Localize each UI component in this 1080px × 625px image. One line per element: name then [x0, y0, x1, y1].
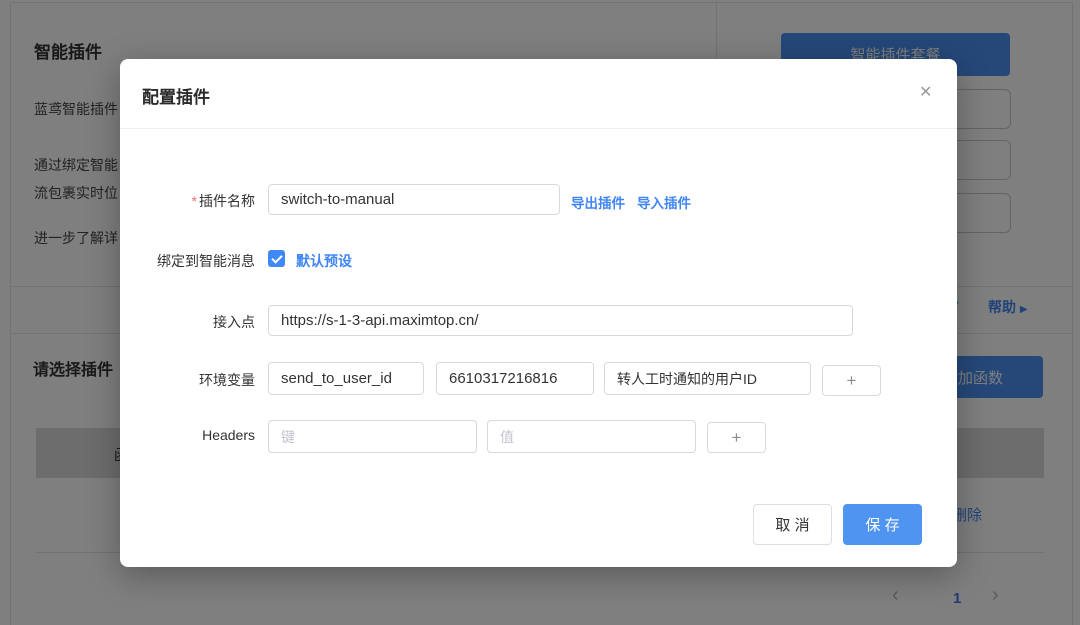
- env-vars-label: 环境变量: [199, 372, 255, 388]
- add-env-var-button[interactable]: +: [822, 365, 881, 396]
- configure-plugin-dialog: 配置插件 ✕ *插件名称 导出插件 导入插件 绑定到智能消息 默认预设 接入点 …: [120, 59, 957, 567]
- add-header-button[interactable]: +: [707, 422, 766, 453]
- endpoint-input[interactable]: [268, 305, 853, 336]
- import-plugin-link[interactable]: 导入插件: [637, 192, 691, 212]
- required-asterisk: *: [191, 193, 197, 209]
- cancel-button[interactable]: 取 消: [753, 504, 832, 545]
- env-description-input[interactable]: [604, 362, 811, 395]
- env-key-input[interactable]: [268, 362, 424, 395]
- plus-icon: +: [846, 370, 857, 390]
- endpoint-label: 接入点: [213, 314, 255, 330]
- screen: 智能插件 蓝鸢智能插件 通过绑定智能 流包裹实时位 进一步了解详 智能插件套餐 …: [0, 0, 1080, 625]
- save-button[interactable]: 保 存: [843, 504, 922, 545]
- plus-icon: +: [731, 427, 742, 447]
- plugin-name-input[interactable]: [268, 184, 560, 215]
- dialog-title: 配置插件: [142, 88, 210, 107]
- headers-label: Headers: [202, 427, 255, 443]
- default-preset-link[interactable]: 默认预设: [296, 251, 352, 271]
- dialog-header-divider: [120, 128, 957, 129]
- env-value-input[interactable]: [436, 362, 594, 395]
- header-value-input[interactable]: [487, 420, 696, 453]
- close-icon[interactable]: ✕: [919, 82, 932, 102]
- bind-checkbox-checked[interactable]: [268, 250, 285, 267]
- plugin-name-label: * 插件名称: [191, 193, 255, 209]
- export-plugin-link[interactable]: 导出插件: [571, 192, 625, 212]
- header-key-input[interactable]: [268, 420, 477, 453]
- bind-message-label: 绑定到智能消息: [157, 253, 255, 269]
